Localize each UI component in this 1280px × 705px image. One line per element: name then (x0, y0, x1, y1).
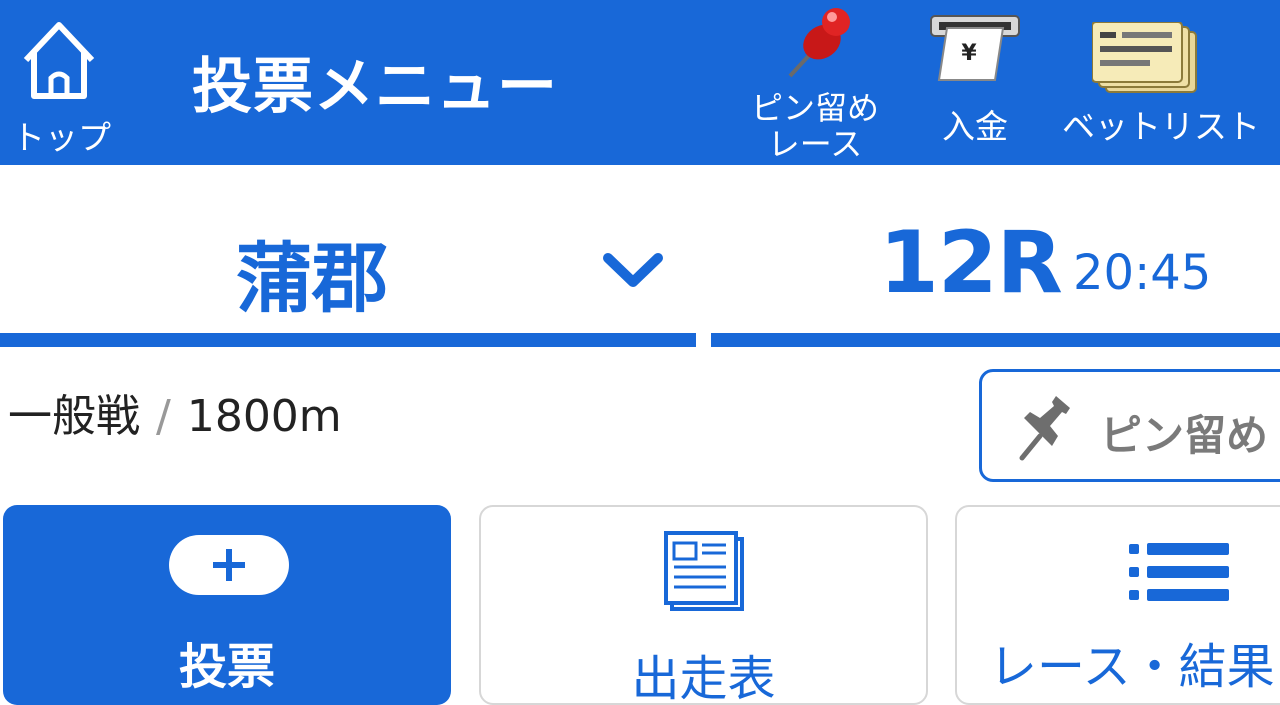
pinned-races-label-1: ピン留め (750, 89, 879, 127)
pin-race-label: ピン留め (1100, 411, 1269, 460)
plus-icon (169, 535, 289, 595)
pinned-races-label-2: レース (767, 125, 863, 163)
betting-tickets-icon (1092, 22, 1197, 93)
deposit-label: 入金 (942, 107, 1008, 146)
bet-card-label: 投票 (178, 639, 275, 695)
atm-yen-icon: ¥ (930, 15, 1020, 81)
svg-text:¥: ¥ (961, 41, 977, 66)
bet-list-button[interactable]: ベットリスト (1062, 0, 1260, 165)
race-number: 12R (879, 213, 1063, 313)
venue-name: 蒲郡 (236, 234, 388, 323)
bet-list-label: ベットリスト (1062, 107, 1260, 146)
entries-card-label: 出走表 (631, 651, 776, 705)
results-card[interactable]: レース・結果 (955, 505, 1280, 705)
deposit-button[interactable]: ¥ 入金 (925, 0, 1025, 165)
pushpin-icon (1019, 396, 1070, 461)
race-selector[interactable]: 12R 20:45 (711, 165, 1280, 347)
list-icon (1129, 543, 1229, 601)
race-underline (711, 333, 1280, 347)
pinned-races-button[interactable]: ピン留め レース (740, 0, 890, 165)
home-icon (23, 22, 95, 99)
chevron-down-icon (603, 253, 663, 287)
race-distance: 1800m (186, 391, 342, 442)
entries-card[interactable]: 出走表 (479, 505, 928, 705)
app-header: トップ 投票メニュー ピン留め レース ¥ 入金 ベットリスト (0, 0, 1280, 165)
venue-underline (0, 333, 696, 347)
race-info-separator: / (156, 391, 171, 442)
pin-race-button[interactable]: ピン留め (979, 369, 1280, 482)
venue-selector[interactable]: 蒲郡 (0, 165, 696, 347)
race-time: 20:45 (1073, 245, 1212, 301)
red-pushpin-icon (788, 8, 850, 78)
bet-card[interactable]: 投票 (3, 505, 451, 705)
newspaper-icon (664, 531, 744, 611)
race-type: 一般戦 (8, 391, 140, 442)
home-label: トップ (12, 118, 111, 157)
page-title: 投票メニュー (192, 52, 558, 122)
results-card-label: レース・結果 (989, 639, 1275, 695)
home-button[interactable]: トップ (0, 8, 120, 158)
race-info: 一般戦 / 1800m (8, 380, 342, 444)
